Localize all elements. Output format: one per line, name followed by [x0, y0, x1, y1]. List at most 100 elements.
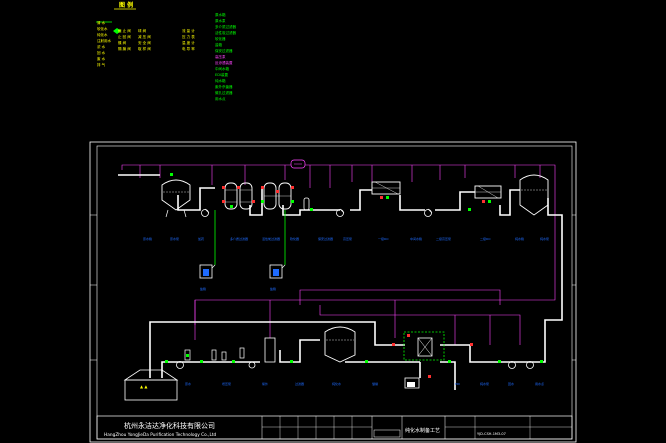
tag: 高压泵: [343, 236, 352, 241]
drawing-number: YJD-CSH-1M3-07: [477, 432, 506, 436]
legend-item: 纯水箱: [215, 78, 226, 83]
legend-item: 紫外杀菌器: [215, 84, 233, 89]
pipe-valves: [165, 173, 543, 363]
storage-tank-lower: [324, 326, 356, 363]
legend-item: 球 阀: [138, 28, 147, 33]
legend-item: 保安过滤器: [215, 48, 233, 53]
process-pipe-bottom: [149, 300, 563, 390]
legend-item: 浓 水: [97, 44, 106, 49]
legend-item: 截 止 阀: [118, 28, 131, 33]
legend-item: EDI装置: [215, 72, 228, 77]
ro-unit-1: [371, 181, 401, 199]
legend-item: 反渗透装置: [215, 60, 233, 65]
legend-item: 高压泵: [215, 54, 226, 59]
legend-item: 纯化水: [97, 32, 108, 37]
softener-pair: [263, 182, 292, 210]
tag: 中间水箱: [410, 236, 422, 241]
legend-item: 多介质过滤器: [215, 24, 236, 29]
legend-item: 盐箱: [215, 42, 222, 47]
legend-item: 中间水箱: [215, 66, 229, 71]
edi-unit: [403, 331, 445, 361]
cartridge-filter: [211, 347, 245, 361]
plc-controller: [290, 159, 306, 169]
tag: EDI: [455, 382, 460, 386]
tag: 活性炭过滤器: [262, 236, 280, 241]
legend-item: 清 水: [97, 20, 106, 25]
tag: 盐箱: [200, 286, 206, 291]
purified-water-tank: [519, 174, 549, 216]
tag: 回水: [508, 381, 514, 386]
raw-water-tank: [161, 179, 191, 218]
legend-item: 流 量 计: [182, 28, 195, 33]
tag: 用水点: [535, 381, 544, 386]
legend-item: 安 全 阀: [138, 40, 151, 45]
tag: 软化器: [290, 236, 299, 241]
legend-item: 温 度 计: [182, 40, 195, 45]
legend-title: 图 例: [119, 1, 133, 9]
legend-item: 废 水: [97, 56, 106, 61]
small-pump: [248, 361, 256, 369]
ro-unit-2: [474, 185, 502, 203]
tag: 纯化水: [332, 381, 341, 386]
process-flow-diagram: 图 例 清 水 软化水 纯化水 注射用水 浓 水 回 水 废 水 排 气 截 止…: [89, 1, 577, 443]
legend-col3: 球 阀 减 压 阀 安 全 阀 取 样 阀: [138, 28, 151, 51]
high-pressure-pump: [336, 208, 345, 217]
tag: 多介质过滤器: [230, 236, 248, 241]
tag: 二级RO: [480, 236, 491, 241]
tank-mark: ▲ ▲: [140, 384, 148, 389]
tag: 纯水泵: [480, 381, 489, 386]
tag: 原水: [185, 381, 191, 386]
filter-valves: [222, 186, 294, 208]
legend-item: 注射用水: [97, 38, 111, 43]
title-block: 杭州永洁达净化科技有限公司 HangZhou YongJieDa Purific…: [96, 415, 573, 440]
legend-item: 软化水: [97, 26, 108, 31]
tag: 盐箱: [270, 286, 276, 291]
raw-water-pump: [201, 208, 210, 217]
tag: 增压泵: [222, 381, 231, 386]
tag: 原水泵: [170, 236, 179, 241]
process-pipe-top: [118, 174, 563, 300]
legend: 图 例 清 水 软化水 纯化水 注射用水 浓 水 回 水 废 水 排 气 截 止…: [96, 1, 236, 101]
legend-item: 排 气: [97, 62, 106, 67]
tag: 保安过滤器: [318, 236, 333, 241]
tag: 过滤器: [295, 381, 304, 386]
legend-item: 电 导 率: [182, 46, 195, 51]
salt-tank-1: [199, 264, 216, 279]
drain-tank: [404, 377, 420, 389]
tag: 原水箱: [143, 236, 152, 241]
tag: 加药: [198, 236, 204, 241]
security-filter: [303, 197, 310, 211]
legend-item: 软化器: [215, 36, 226, 41]
equipment-tags-row2: 原水 增压泵 紫外 过滤器 纯化水 储罐 EDI 纯水泵 回水 用水点: [185, 381, 544, 386]
equipment-tags-row1: 原水箱 原水泵 加药 多介质过滤器 活性炭过滤器 软化器 保安过滤器 高压泵 一…: [143, 236, 549, 291]
tag: 储罐: [372, 381, 378, 386]
legend-col2: 截 止 阀 止 回 阀 蝶 阀 隔 膜 阀: [113, 28, 131, 51]
tag: 紫外: [262, 381, 268, 386]
tag: 一级RO: [378, 236, 389, 241]
legend-item: 原水箱: [215, 12, 226, 17]
drawing-title: 纯化水制备工艺: [405, 427, 440, 434]
legend-item: 压 力 表: [182, 34, 195, 39]
legend-col1: 清 水 软化水 纯化水 注射用水 浓 水 回 水 废 水 排 气: [96, 20, 112, 67]
legend-item: 活性炭过滤器: [215, 30, 236, 35]
legend-item: 回 水: [97, 50, 106, 55]
legend-item: 原水泵: [215, 18, 226, 23]
legend-item: 用水点: [215, 96, 226, 101]
storage-column: [264, 337, 276, 363]
tag: 纯水箱: [515, 236, 524, 241]
company-name-en: HangZhou YongJieDa Purification Technolo…: [104, 432, 217, 438]
company-name-cn: 杭州永洁达净化科技有限公司: [124, 421, 215, 430]
legend-col4: 流 量 计 压 力 表 温 度 计 电 导 率: [182, 28, 195, 51]
intermediate-pump: [424, 208, 433, 217]
underground-tank: ▲ ▲: [123, 369, 179, 401]
legend-item: 蝶 阀: [118, 40, 127, 45]
tag: 纯水泵: [540, 236, 549, 241]
legend-col5: 原水箱 原水泵 多介质过滤器 活性炭过滤器 软化器 盐箱 保安过滤器 高压泵 反…: [215, 12, 236, 101]
uv-sterilizer: [184, 349, 191, 361]
legend-item: 减 压 阀: [138, 34, 151, 39]
legend-item: 取 样 阀: [138, 46, 151, 51]
legend-item: 隔 膜 阀: [118, 46, 131, 51]
salt-tank-2: [269, 264, 286, 279]
legend-item: 止 回 阀: [118, 34, 131, 39]
legend-item: 微孔过滤器: [215, 90, 233, 95]
